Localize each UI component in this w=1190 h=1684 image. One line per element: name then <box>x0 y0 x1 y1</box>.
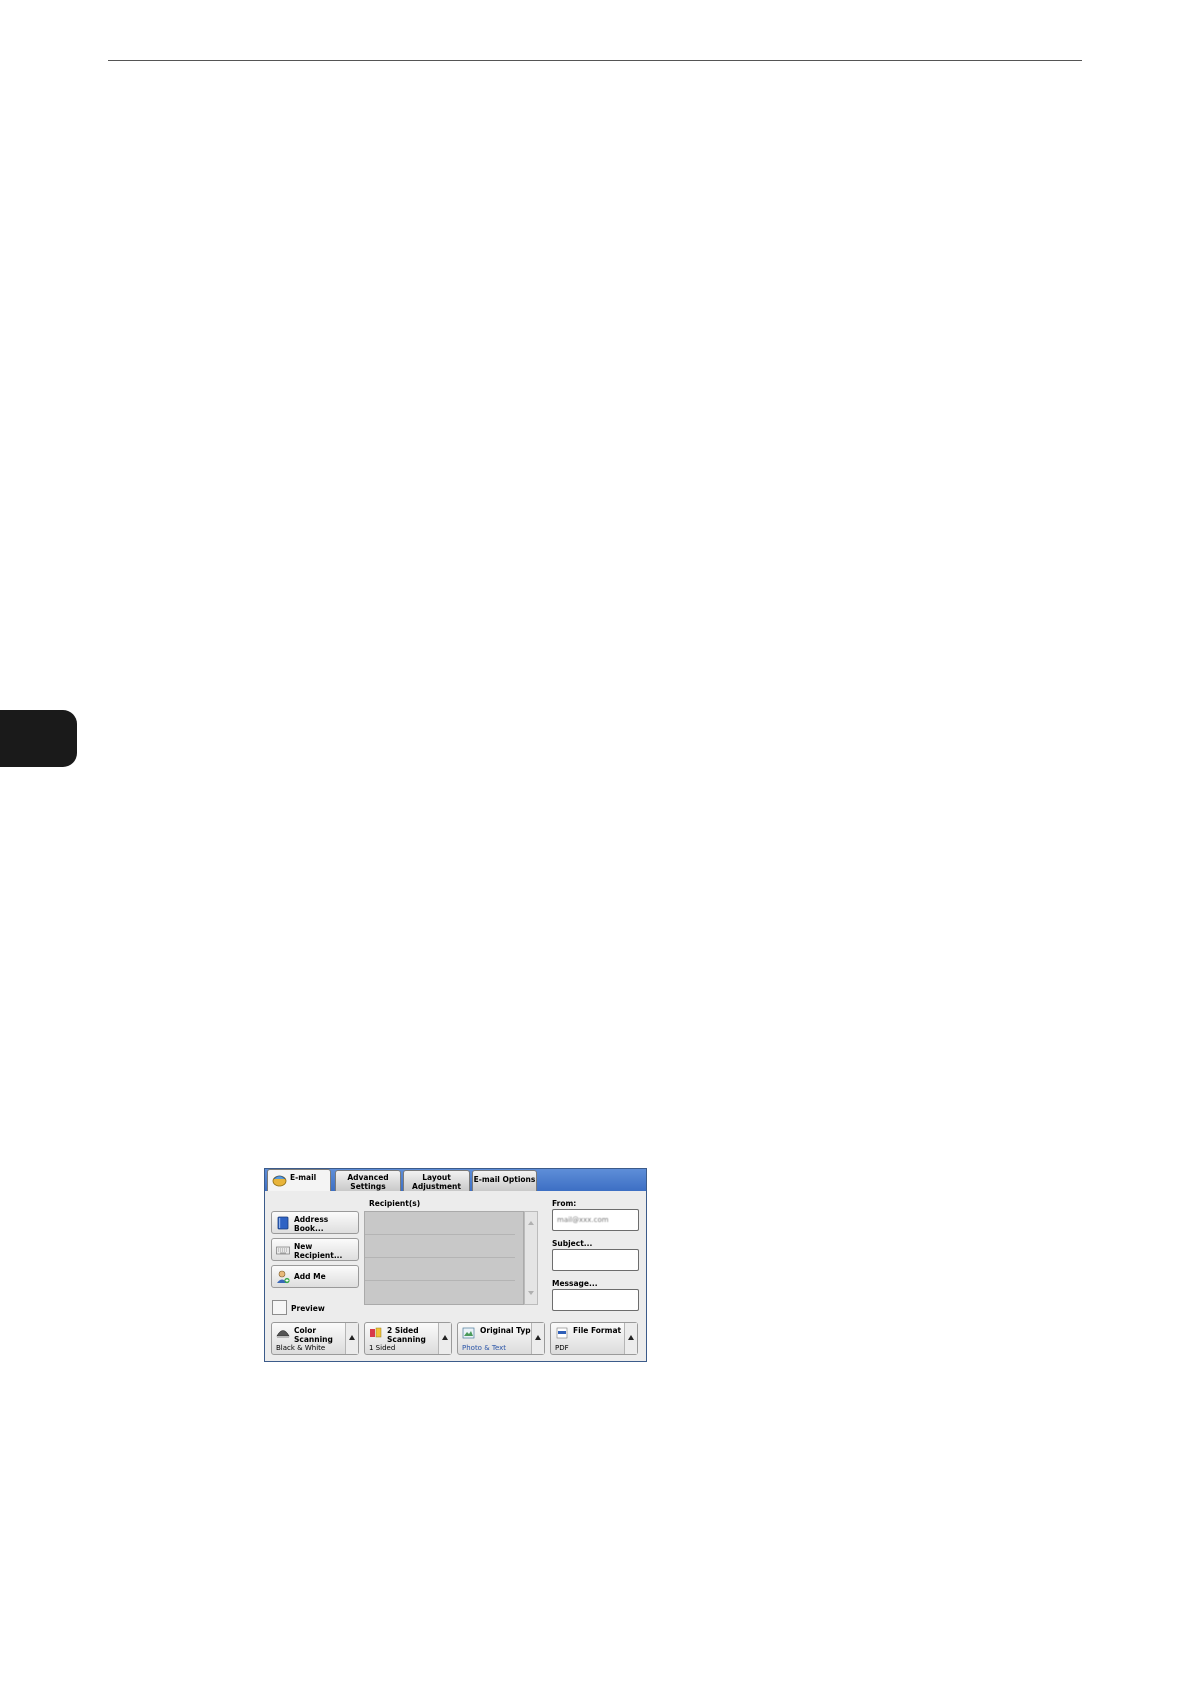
tab-email-label: E-mail <box>290 1173 317 1182</box>
color-scanning-value: Black & White <box>276 1344 326 1352</box>
add-me-label: Add Me <box>294 1272 326 1281</box>
original-type-title: Original Type <box>480 1326 536 1335</box>
email-screen: E-mail Advanced Settings Layout Adjustme… <box>264 1168 647 1362</box>
caret-up-icon <box>442 1335 448 1340</box>
from-value: mail@xxx.com <box>557 1216 609 1224</box>
address-book-icon <box>277 1216 289 1230</box>
subject-field[interactable] <box>552 1249 639 1271</box>
address-book-button[interactable]: Address Book... <box>271 1211 359 1234</box>
address-book-line2: Book... <box>294 1224 324 1233</box>
file-format-value: PDF <box>555 1344 569 1352</box>
file-format-icon <box>556 1327 568 1339</box>
preview-label: Preview <box>291 1304 325 1313</box>
two-sided-value: 1 Sided <box>369 1344 396 1352</box>
user-add-icon <box>277 1270 290 1284</box>
two-sided-line2: Scanning <box>387 1335 426 1344</box>
two-sided-line1: 2 Sided <box>387 1326 419 1335</box>
message-label: Message... <box>552 1279 598 1288</box>
scroll-up-icon[interactable] <box>528 1221 534 1225</box>
new-recipient-button[interactable]: New Recipient... <box>271 1238 359 1261</box>
new-recipient-line2: Recipient... <box>294 1251 343 1260</box>
tab-bar: E-mail Advanced Settings Layout Adjustme… <box>265 1169 646 1192</box>
tab-email-options[interactable]: E-mail Options <box>472 1170 537 1191</box>
keyboard-icon <box>276 1246 290 1255</box>
tab-advanced-line2: Settings <box>350 1182 386 1191</box>
message-field[interactable] <box>552 1289 639 1311</box>
color-scanning-line2: Scanning <box>294 1335 333 1344</box>
color-scanning-button[interactable]: Color Scanning Black & White <box>271 1322 359 1355</box>
original-type-dropdown[interactable] <box>531 1323 544 1354</box>
page-header-rule <box>108 60 1082 61</box>
tab-advanced-settings[interactable]: Advanced Settings <box>335 1170 401 1191</box>
scroll-down-icon[interactable] <box>528 1291 534 1295</box>
original-type-button[interactable]: Original Type Photo & Text <box>457 1322 545 1355</box>
tab-layout-line1: Layout <box>422 1173 451 1182</box>
original-type-value: Photo & Text <box>462 1344 507 1352</box>
list-item[interactable] <box>365 1258 515 1281</box>
caret-up-icon <box>535 1335 541 1340</box>
recipients-label: Recipient(s) <box>369 1199 421 1208</box>
chapter-thumb-tab <box>0 710 77 767</box>
caret-up-icon <box>628 1335 634 1340</box>
address-book-line1: Address <box>294 1215 329 1224</box>
caret-up-icon <box>349 1335 355 1340</box>
tab-options-label: E-mail Options <box>473 1175 536 1184</box>
email-icon <box>272 1175 287 1187</box>
color-scanning-line1: Color <box>294 1326 317 1335</box>
main-panel: Address Book... New Recipient... Add Me … <box>265 1191 646 1361</box>
add-me-button[interactable]: Add Me <box>271 1265 359 1288</box>
list-item[interactable] <box>365 1235 515 1258</box>
subject-label: Subject... <box>552 1239 593 1248</box>
two-sided-dropdown[interactable] <box>438 1323 451 1354</box>
recipients-scrollbar[interactable] <box>524 1211 538 1305</box>
recipients-list[interactable] <box>364 1211 524 1305</box>
new-recipient-line1: New <box>294 1242 313 1251</box>
tab-advanced-line1: Advanced <box>347 1173 389 1182</box>
color-scanning-dropdown[interactable] <box>345 1323 358 1354</box>
from-label: From: <box>552 1199 577 1208</box>
file-format-dropdown[interactable] <box>624 1323 637 1354</box>
photo-text-icon <box>462 1327 475 1339</box>
file-format-button[interactable]: File Format PDF <box>550 1322 638 1355</box>
tab-email[interactable]: E-mail <box>267 1169 331 1192</box>
file-format-title: File Format <box>573 1326 622 1335</box>
list-item[interactable] <box>365 1212 515 1235</box>
two-sided-scanning-button[interactable]: 2 Sided Scanning 1 Sided <box>364 1322 452 1355</box>
list-item[interactable] <box>365 1281 515 1304</box>
tab-layout-adjustment[interactable]: Layout Adjustment <box>403 1170 470 1191</box>
tab-layout-line2: Adjustment <box>412 1182 461 1191</box>
color-scanning-icon <box>276 1330 290 1338</box>
preview-checkbox[interactable] <box>272 1300 287 1315</box>
from-field[interactable]: mail@xxx.com <box>552 1209 639 1231</box>
two-sided-icon <box>370 1327 382 1338</box>
